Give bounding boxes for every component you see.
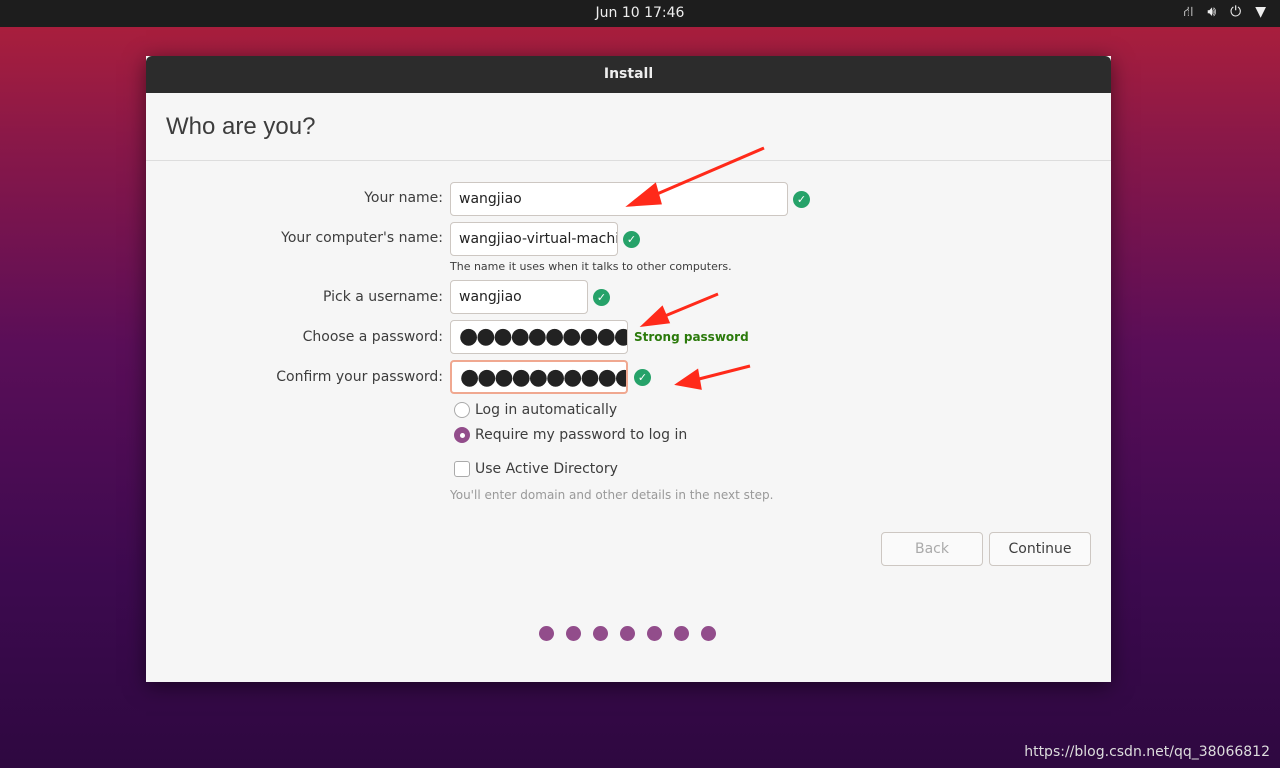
arrow-head xyxy=(639,305,671,328)
arrow-head xyxy=(625,182,662,207)
annotation-arrow xyxy=(659,292,719,320)
watermark: https://blog.csdn.net/qq_38066812 xyxy=(1024,744,1270,760)
annotation-arrow xyxy=(649,146,765,199)
annotation-arrows xyxy=(625,146,765,390)
arrow-head xyxy=(674,368,702,390)
annotation-arrow xyxy=(694,364,751,382)
